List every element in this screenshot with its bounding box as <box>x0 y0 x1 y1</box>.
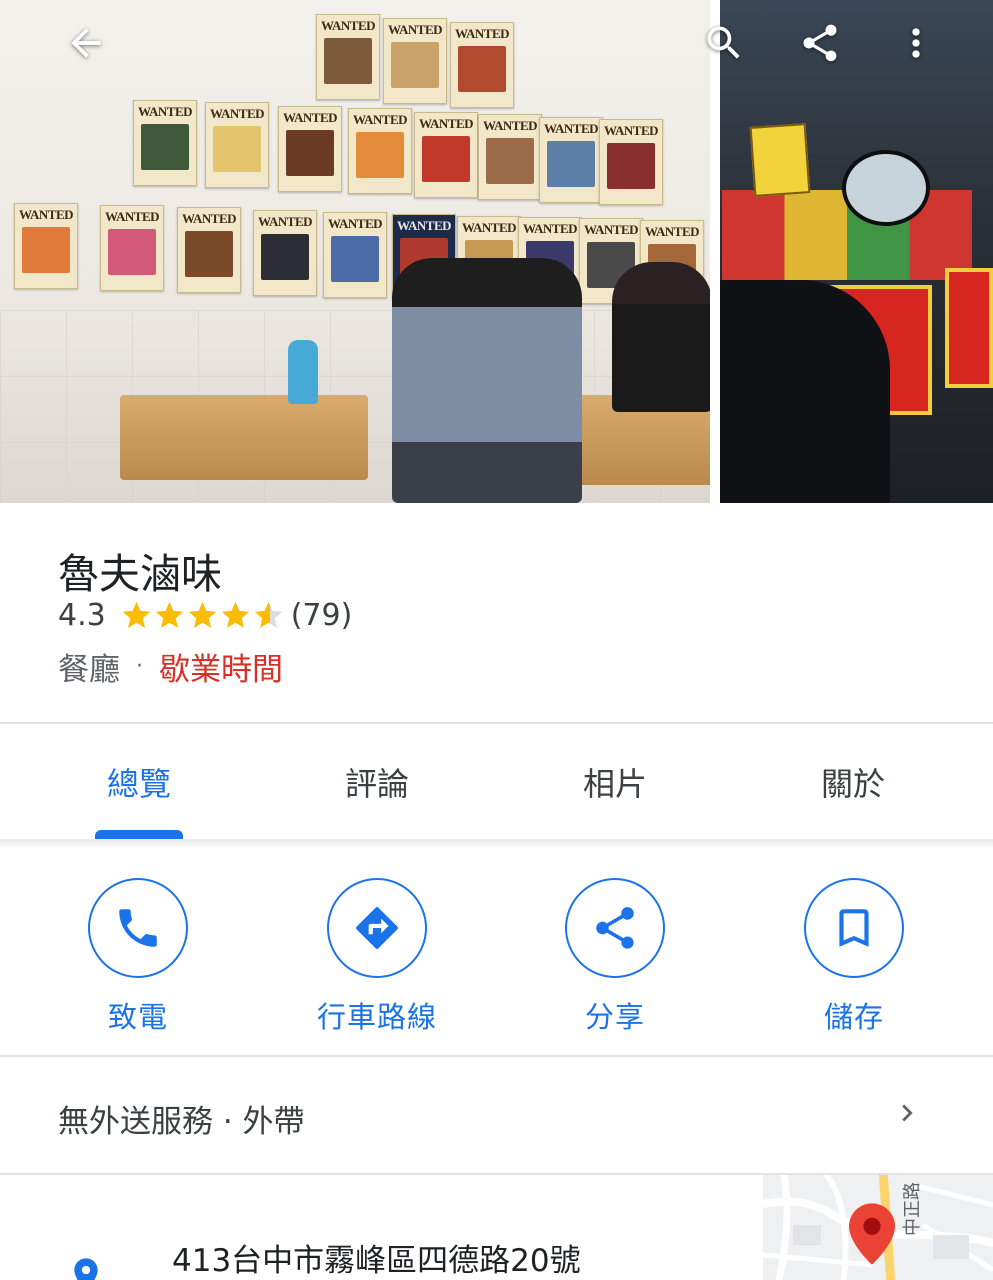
rating-row[interactable]: 4.3 (79) <box>58 595 352 635</box>
save-circle[interactable] <box>804 878 904 978</box>
place-category: 餐廳 <box>58 652 120 688</box>
tab-bar: 總覽 評論 相片 關於 <box>0 725 993 839</box>
directions-icon <box>356 907 398 949</box>
cup <box>288 340 318 404</box>
person <box>612 262 710 412</box>
share-place-button[interactable]: 分享 <box>535 878 695 1038</box>
scooter-mirror <box>842 150 930 226</box>
location-pin-icon <box>74 1258 98 1280</box>
save-label: 儲存 <box>823 1000 884 1034</box>
tab-photos[interactable]: 相片 <box>496 725 734 839</box>
shop-sign <box>945 268 993 388</box>
back-button[interactable] <box>58 15 114 71</box>
tab-reviews[interactable]: 評論 <box>258 725 496 839</box>
table <box>120 395 368 480</box>
rating-value: 4.3 <box>58 597 106 633</box>
share-icon <box>596 907 634 949</box>
category-row: 餐廳 · 歇業時間 <box>58 644 283 689</box>
tab-active-indicator <box>95 830 183 839</box>
mini-map[interactable] <box>763 1175 993 1280</box>
directions-button[interactable]: 行車路線 <box>297 878 457 1038</box>
separator-dot: · <box>136 654 143 679</box>
share-circle[interactable] <box>565 878 665 978</box>
divider <box>0 722 993 724</box>
search-button[interactable] <box>696 15 752 71</box>
star-icon <box>221 601 249 628</box>
address-text: 413台中市霧峰區四德路20號 <box>172 1243 581 1279</box>
directions-circle[interactable] <box>327 878 427 978</box>
wanted-poster: WANTED <box>14 203 78 289</box>
rating-stars <box>120 599 285 632</box>
price-sign <box>749 123 811 197</box>
delivery-options-row[interactable]: 無外送服務 · 外帶 <box>0 1058 993 1173</box>
call-circle[interactable] <box>88 878 188 978</box>
review-count: (79) <box>290 597 353 633</box>
tab-overview[interactable]: 總覽 <box>20 725 258 839</box>
address-row[interactable]: 413台中市霧峰區四德路20號 <box>0 1175 993 1280</box>
place-title: 魯夫滷味 <box>58 550 222 598</box>
phone-icon <box>119 909 157 947</box>
wanted-poster: WANTED <box>278 106 342 192</box>
wanted-poster: WANTED <box>323 212 387 298</box>
place-info: 魯夫滷味 4.3 (79) 餐廳 · 歇業時間 <box>0 503 993 723</box>
call-button[interactable]: 致電 <box>58 878 218 1038</box>
wanted-poster: WANTED <box>539 117 603 203</box>
wanted-poster: WANTED <box>478 114 542 200</box>
wanted-poster: WANTED <box>253 210 317 296</box>
wanted-poster: WANTED <box>414 112 478 198</box>
star-icon <box>188 601 216 628</box>
tab-about[interactable]: 關於 <box>734 725 972 839</box>
divider <box>0 1055 993 1057</box>
bookmark-icon <box>839 909 869 947</box>
save-button[interactable]: 儲存 <box>774 878 934 1038</box>
star-icon <box>155 601 183 628</box>
share-label: 分享 <box>584 1000 645 1034</box>
more-vert-icon <box>912 28 920 58</box>
wanted-poster: WANTED <box>205 102 269 188</box>
more-button[interactable] <box>888 15 944 71</box>
search-icon <box>707 26 740 59</box>
top-toolbar <box>0 0 993 90</box>
star-half-icon <box>254 601 282 628</box>
wanted-poster: WANTED <box>133 100 197 186</box>
wanted-poster: WANTED <box>348 108 412 194</box>
wanted-poster: WANTED <box>100 205 164 291</box>
scooter <box>720 280 890 503</box>
share-icon <box>803 24 837 62</box>
delivery-text: 無外送服務 · 外帶 <box>58 1104 305 1140</box>
arrow-left-icon <box>71 28 101 58</box>
share-button[interactable] <box>792 15 848 71</box>
person <box>392 258 582 503</box>
call-label: 致電 <box>107 1000 168 1034</box>
wanted-poster: WANTED <box>177 207 241 293</box>
tabs-shadow <box>0 839 993 849</box>
wanted-poster: WANTED <box>599 119 663 205</box>
star-icon <box>122 601 150 628</box>
map-pin-icon <box>849 1203 895 1265</box>
hours-status[interactable]: 歇業時間 <box>159 644 283 689</box>
directions-label: 行車路線 <box>316 1000 437 1034</box>
map-road-label: 中正路 <box>902 1182 923 1236</box>
chevron-right-icon <box>902 1104 913 1122</box>
